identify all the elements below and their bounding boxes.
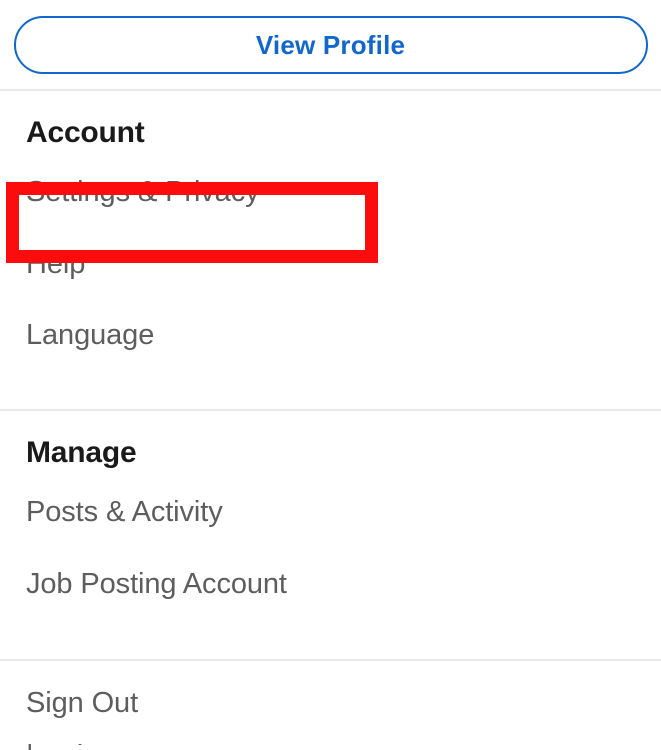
menu-item-language[interactable]: Language	[0, 300, 661, 371]
cut-off-glyph-a: |	[26, 744, 34, 750]
section-manage: Manage Posts & Activity Job Posting Acco…	[0, 411, 661, 620]
view-profile-button[interactable]: View Profile	[13, 16, 648, 74]
profile-button-container: View Profile	[0, 0, 661, 90]
settings-menu-screen: View Profile Account Settings & Privacy …	[0, 0, 661, 750]
menu-item-settings-and-privacy[interactable]: Settings & Privacy	[0, 157, 661, 229]
section-heading-manage: Manage	[26, 436, 137, 469]
section-heading-account: Account	[26, 116, 145, 149]
menu-item-posts-and-activity[interactable]: Posts & Activity	[0, 477, 661, 549]
menu-item-sign-out[interactable]: Sign Out	[0, 661, 661, 732]
section-account: Account Settings & Privacy Help Language	[0, 91, 661, 371]
cut-off-glyph-b: .	[76, 744, 84, 750]
menu-item-job-posting-account[interactable]: Job Posting Account	[0, 549, 661, 620]
section-sign-out: Sign Out	[0, 661, 661, 732]
menu-item-help[interactable]: Help	[0, 229, 661, 300]
cut-off-row-bottom: | .	[0, 744, 661, 750]
